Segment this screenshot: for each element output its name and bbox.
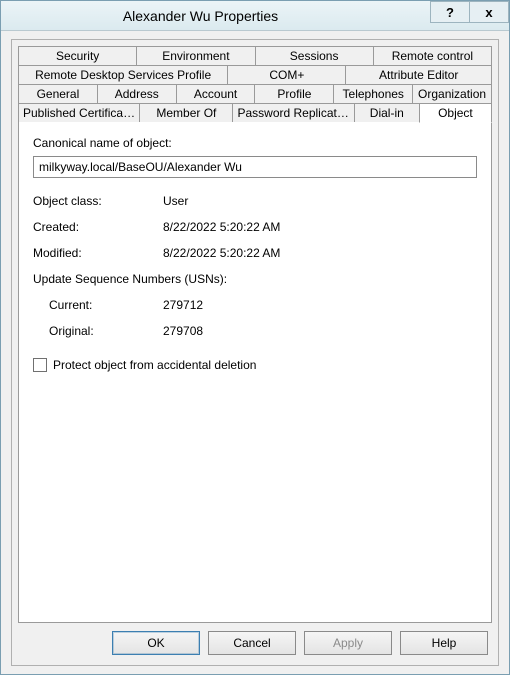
tab-attribute-editor[interactable]: Attribute Editor xyxy=(345,65,492,85)
usn-current-label: Current: xyxy=(49,298,163,312)
titlebar: Alexander Wu Properties ? x xyxy=(1,1,509,31)
help-icon[interactable]: ? xyxy=(430,1,470,23)
tab-row-4: Published Certificates Member Of Passwor… xyxy=(18,104,492,123)
tab-environment[interactable]: Environment xyxy=(136,46,255,66)
tab-organization[interactable]: Organization xyxy=(412,84,492,104)
canonical-name-input[interactable] xyxy=(33,156,477,178)
tab-sessions[interactable]: Sessions xyxy=(255,46,374,66)
modified-row: Modified: 8/22/2022 5:20:22 AM xyxy=(33,246,477,260)
object-class-row: Object class: User xyxy=(33,194,477,208)
ok-button[interactable]: OK xyxy=(112,631,200,655)
tab-member-of[interactable]: Member Of xyxy=(139,103,233,123)
tab-object[interactable]: Object xyxy=(419,103,492,123)
tab-security[interactable]: Security xyxy=(18,46,137,66)
protect-checkbox-label: Protect object from accidental deletion xyxy=(53,358,256,372)
object-class-label: Object class: xyxy=(33,194,163,208)
window-title: Alexander Wu Properties xyxy=(11,8,430,24)
protect-checkbox-row[interactable]: Protect object from accidental deletion xyxy=(33,358,477,372)
properties-window: Alexander Wu Properties ? x Security Env… xyxy=(0,0,510,675)
tab-dial-in[interactable]: Dial-in xyxy=(354,103,420,123)
close-icon[interactable]: x xyxy=(469,1,509,23)
tab-row-3: General Address Account Profile Telephon… xyxy=(18,85,492,104)
usn-current-value: 279712 xyxy=(163,298,477,312)
content-area: Security Environment Sessions Remote con… xyxy=(1,31,509,674)
object-class-value: User xyxy=(163,194,477,208)
tab-published-certificates[interactable]: Published Certificates xyxy=(18,103,140,123)
tab-general[interactable]: General xyxy=(18,84,98,104)
tab-complus[interactable]: COM+ xyxy=(227,65,346,85)
created-label: Created: xyxy=(33,220,163,234)
created-value: 8/22/2022 5:20:22 AM xyxy=(163,220,477,234)
apply-button[interactable]: Apply xyxy=(304,631,392,655)
tab-row-2: Remote Desktop Services Profile COM+ Att… xyxy=(18,66,492,85)
titlebar-buttons: ? x xyxy=(430,1,509,30)
tab-content-object: Canonical name of object: Object class: … xyxy=(18,122,492,623)
usn-original-label: Original: xyxy=(49,324,163,338)
tab-strip: Security Environment Sessions Remote con… xyxy=(18,46,492,123)
canonical-name-label: Canonical name of object: xyxy=(33,136,477,150)
usn-original-value: 279708 xyxy=(163,324,477,338)
usn-original-row: Original: 279708 xyxy=(33,324,477,338)
tab-address[interactable]: Address xyxy=(97,84,177,104)
usn-current-row: Current: 279712 xyxy=(33,298,477,312)
modified-label: Modified: xyxy=(33,246,163,260)
button-row: OK Cancel Apply Help xyxy=(18,623,492,657)
cancel-button[interactable]: Cancel xyxy=(208,631,296,655)
tab-password-replication[interactable]: Password Replication xyxy=(232,103,354,123)
tab-account[interactable]: Account xyxy=(176,84,256,104)
tab-row-1: Security Environment Sessions Remote con… xyxy=(18,46,492,66)
protect-checkbox[interactable] xyxy=(33,358,47,372)
tab-remote-control[interactable]: Remote control xyxy=(373,46,492,66)
tab-profile[interactable]: Profile xyxy=(254,84,334,104)
usn-header: Update Sequence Numbers (USNs): xyxy=(33,272,477,286)
help-button[interactable]: Help xyxy=(400,631,488,655)
modified-value: 8/22/2022 5:20:22 AM xyxy=(163,246,477,260)
created-row: Created: 8/22/2022 5:20:22 AM xyxy=(33,220,477,234)
tab-telephones[interactable]: Telephones xyxy=(333,84,413,104)
dialog-inner: Security Environment Sessions Remote con… xyxy=(11,39,499,666)
tab-rds-profile[interactable]: Remote Desktop Services Profile xyxy=(18,65,228,85)
